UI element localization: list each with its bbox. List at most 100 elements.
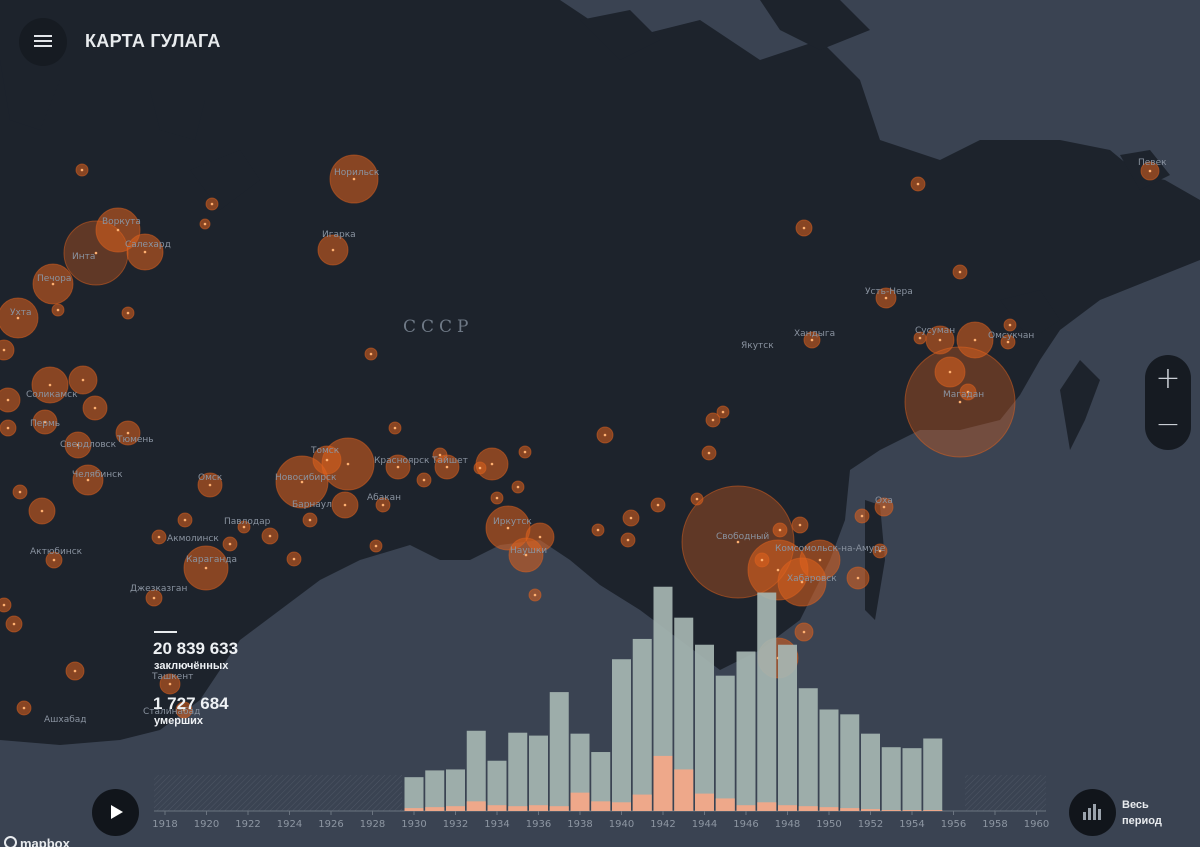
place-label: Якутск	[741, 341, 774, 351]
prisoners-bar[interactable]	[612, 659, 631, 811]
prisoners-bar[interactable]	[798, 688, 818, 811]
prisoners-bar[interactable]	[425, 770, 445, 811]
prisoners-bar[interactable]	[736, 651, 756, 812]
x-tick-label[interactable]: 1958	[982, 819, 1007, 830]
camp-marker-center	[6, 426, 10, 430]
place-label: Комсомольск-на-Амуре	[775, 544, 886, 554]
prisoners-bar[interactable]	[529, 735, 548, 811]
play-button[interactable]	[92, 789, 139, 836]
place-label: Наушки	[510, 546, 547, 556]
camp-marker-center	[93, 406, 97, 410]
prisoners-bar[interactable]	[508, 732, 528, 811]
prisoners-bar[interactable]	[549, 692, 569, 811]
x-tick-label[interactable]: 1922	[235, 819, 260, 830]
x-tick-label[interactable]: 1942	[650, 819, 675, 830]
deaths-bar	[549, 806, 569, 811]
x-tick-label[interactable]: 1960	[1024, 819, 1049, 830]
x-tick-label[interactable]: 1946	[733, 819, 758, 830]
prisoners-bar[interactable]	[632, 638, 652, 811]
x-tick-label[interactable]: 1930	[401, 819, 426, 830]
x-tick-label[interactable]: 1934	[484, 819, 509, 830]
x-tick-label[interactable]: 1956	[941, 819, 966, 830]
x-tick-label[interactable]: 1938	[567, 819, 592, 830]
camp-marker-center	[422, 478, 426, 482]
x-tick-label[interactable]: 1944	[692, 819, 717, 830]
x-tick-label[interactable]: 1948	[775, 819, 800, 830]
zoom-out-button[interactable]: −	[1145, 403, 1191, 449]
camp-marker-center	[523, 450, 527, 454]
x-tick-label[interactable]: 1928	[360, 819, 385, 830]
x-tick-label[interactable]: 1936	[526, 819, 551, 830]
mapbox-icon	[4, 836, 17, 847]
place-label: Свердловск	[60, 440, 117, 450]
prisoners-bar[interactable]	[778, 644, 797, 811]
camp-marker-center	[81, 378, 85, 382]
bar-chart-icon	[1083, 812, 1086, 820]
deaths-bar	[425, 807, 445, 811]
x-tick-label[interactable]: 1920	[194, 819, 219, 830]
deaths-bar	[819, 807, 839, 811]
camp-marker-center	[707, 451, 711, 455]
x-tick-label[interactable]: 1926	[318, 819, 343, 830]
deaths-bar	[632, 794, 652, 811]
place-label: Сусуман	[915, 326, 955, 336]
prisoners-bar[interactable]	[487, 760, 507, 811]
timeline-hatch-left	[154, 775, 402, 811]
prisoners-bar[interactable]	[840, 714, 860, 811]
prisoners-bar[interactable]	[923, 738, 943, 812]
deaths-bar	[757, 802, 777, 811]
menu-icon	[34, 35, 52, 37]
x-tick-label[interactable]: 1940	[609, 819, 634, 830]
x-tick-label[interactable]: 1918	[152, 819, 177, 830]
prisoners-bar[interactable]	[881, 747, 901, 811]
camp-marker-center	[183, 518, 187, 522]
place-label: Певек	[1138, 158, 1167, 168]
camp-marker-center	[626, 538, 630, 542]
period-label[interactable]: Весь период	[1122, 797, 1182, 829]
camp-marker-center	[1148, 169, 1152, 173]
period-button[interactable]	[1069, 789, 1116, 836]
place-label: Омск	[198, 473, 223, 483]
prisoners-bar[interactable]	[819, 709, 839, 812]
x-tick-label[interactable]: 1952	[858, 819, 883, 830]
prisoners-bar[interactable]	[404, 777, 424, 811]
prisoners-bar[interactable]	[861, 733, 880, 811]
x-tick-label[interactable]: 1950	[816, 819, 841, 830]
camp-marker-center	[603, 433, 607, 437]
prisoners-bar[interactable]	[695, 644, 714, 811]
camp-marker-center	[48, 383, 52, 387]
prisoners-bar[interactable]	[466, 730, 486, 811]
camp-marker-center	[918, 336, 922, 340]
place-label: Павлодар	[224, 517, 271, 527]
camp-marker-center	[352, 177, 356, 181]
camp-marker-center	[331, 248, 335, 252]
timeline-chart[interactable]: 1918 1920 1922 1924 1926 1928 1930 1932 1934 1936…	[0, 560, 1200, 847]
camp-marker-center	[958, 400, 962, 404]
camp-marker-center	[478, 466, 482, 470]
menu-button[interactable]	[19, 18, 67, 66]
deaths-bar	[446, 806, 465, 811]
prisoners-bar[interactable]	[715, 675, 735, 811]
zoom-in-button[interactable]: +	[1145, 357, 1191, 403]
place-label: Ухта	[10, 308, 32, 318]
camp-marker-center	[374, 544, 378, 548]
camp-marker-center	[393, 426, 397, 430]
camp-marker-center	[157, 535, 161, 539]
place-label: Инта	[72, 252, 95, 262]
mapbox-logo[interactable]: mapbox	[4, 836, 70, 847]
x-tick-label[interactable]: 1932	[443, 819, 468, 830]
camp-marker-center	[210, 202, 214, 206]
x-tick-label[interactable]: 1924	[277, 819, 302, 830]
camp-marker-center	[6, 398, 10, 402]
deaths-bar	[715, 798, 735, 811]
place-label: Челябинск	[72, 470, 123, 480]
camp-marker-center	[208, 483, 212, 487]
camp-marker[interactable]	[0, 387, 21, 413]
x-tick-label[interactable]: 1954	[899, 819, 924, 830]
prisoners-bar[interactable]	[446, 769, 465, 811]
camp-marker-center	[506, 526, 510, 530]
camp-marker-center	[445, 465, 449, 469]
prisoners-bar[interactable]	[757, 592, 777, 811]
place-label: Норильск	[334, 168, 380, 178]
prisoners-bar[interactable]	[902, 748, 922, 811]
